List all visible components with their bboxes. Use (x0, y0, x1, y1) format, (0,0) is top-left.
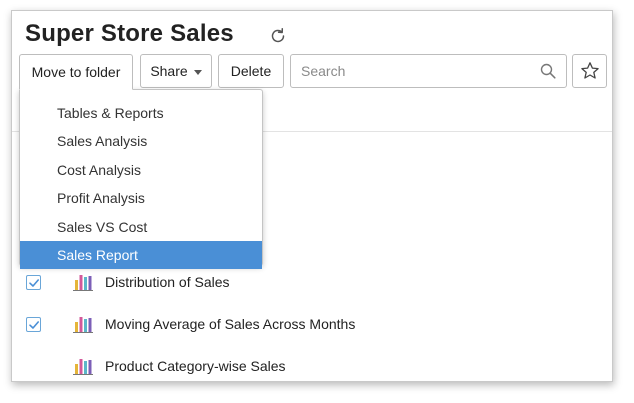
search-icon[interactable] (540, 63, 556, 79)
share-button[interactable]: Share (140, 54, 212, 88)
menu-item-sales-report[interactable]: Sales Report (20, 241, 262, 269)
search-input[interactable] (291, 55, 531, 87)
list-item[interactable]: Distribution of Sales (12, 268, 612, 298)
menu-item-profit-analysis[interactable]: Profit Analysis (20, 184, 262, 212)
star-icon (580, 62, 599, 79)
move-to-folder-label: Move to folder (31, 64, 121, 80)
delete-button[interactable]: Delete (218, 54, 284, 88)
row-checkbox[interactable] (26, 317, 41, 332)
checkmark-icon (29, 321, 39, 329)
checkmark-icon (29, 279, 39, 287)
refresh-icon[interactable] (268, 26, 288, 46)
bar-chart-icon (73, 317, 93, 333)
menu-item-tables-reports[interactable]: Tables & Reports (20, 99, 262, 127)
list-item-label: Distribution of Sales (105, 274, 230, 290)
list-item-label: Moving Average of Sales Across Months (105, 316, 356, 332)
caret-down-icon (193, 69, 202, 75)
menu-item-sales-analysis[interactable]: Sales Analysis (20, 127, 262, 155)
list-item-label: Product Category-wise Sales (105, 358, 286, 374)
search-box (290, 54, 567, 88)
delete-label: Delete (230, 63, 272, 79)
row-checkbox[interactable] (26, 275, 41, 290)
share-label: Share (150, 63, 188, 79)
move-to-folder-menu: Tables & Reports Sales Analysis Cost Ana… (19, 89, 263, 269)
menu-item-cost-analysis[interactable]: Cost Analysis (20, 156, 262, 184)
list-item[interactable]: Moving Average of Sales Across Months (12, 310, 612, 340)
move-to-folder-button[interactable]: Move to folder (19, 54, 133, 90)
bar-chart-icon (73, 359, 93, 375)
page-title: Super Store Sales (25, 20, 234, 47)
bar-chart-icon (73, 275, 93, 291)
app-window: Super Store Sales Move to folder Share D… (11, 10, 613, 382)
menu-item-sales-vs-cost[interactable]: Sales VS Cost (20, 213, 262, 241)
list-item[interactable]: Product Category-wise Sales (12, 352, 612, 381)
favorite-button[interactable] (572, 54, 607, 88)
